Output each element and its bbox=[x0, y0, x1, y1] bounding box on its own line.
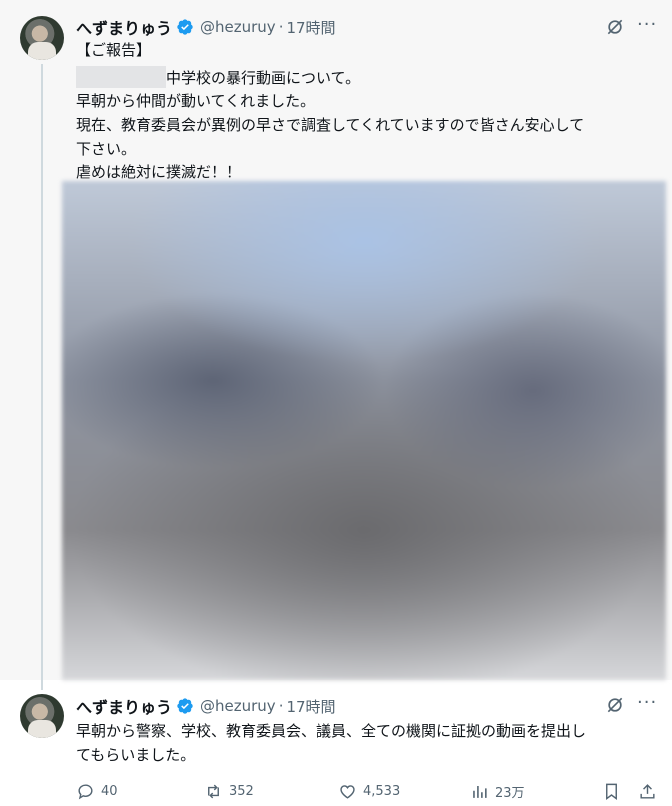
more-icon[interactable]: ··· bbox=[637, 14, 657, 35]
tweet-text-line: 現在、教育委員会が異例の早さで調査してくれていますので皆さん安心して bbox=[76, 116, 585, 134]
display-name[interactable]: へずまりゅう bbox=[76, 694, 172, 718]
reply-icon bbox=[78, 784, 93, 800]
tweet-text-line: 早朝から警察、学校、教育委員会、議員、全ての機関に証拠の動画を提出し bbox=[76, 722, 587, 740]
separator-dot: · bbox=[278, 697, 284, 715]
handle[interactable]: @hezuruy bbox=[200, 697, 276, 715]
repost-icon bbox=[208, 784, 219, 799]
thread-connector-line bbox=[41, 64, 43, 690]
views-button[interactable]: 23万 bbox=[470, 782, 525, 801]
reply-count: 40 bbox=[101, 784, 118, 799]
more-icon[interactable]: ··· bbox=[637, 692, 657, 713]
repost-count: 352 bbox=[229, 784, 254, 799]
like-button[interactable]: 4,533 bbox=[338, 782, 400, 801]
display-name[interactable]: へずまりゅう bbox=[76, 15, 172, 39]
bookmark-button[interactable] bbox=[602, 782, 627, 801]
handle[interactable]: @hezuruy bbox=[200, 18, 276, 36]
like-icon bbox=[340, 785, 355, 799]
views-count: 23万 bbox=[495, 786, 525, 801]
avatar[interactable] bbox=[20, 16, 64, 60]
verified-badge-icon bbox=[177, 698, 193, 714]
timestamp[interactable]: 17時間 bbox=[286, 696, 335, 717]
tweet-header: へずまりゅう @hezuruy · 17時間 bbox=[76, 16, 336, 38]
verified-badge-icon bbox=[177, 19, 193, 35]
tweet-text-line: 早朝から仲間が動いてくれました。 bbox=[76, 92, 316, 110]
tweet-text-line: 【ご報告】 bbox=[76, 41, 152, 59]
repost-button[interactable]: 352 bbox=[204, 782, 254, 801]
action-bar: 40 352 4,533 23万 bbox=[76, 782, 666, 804]
tweet-text-line: 下さい。 bbox=[76, 140, 137, 158]
media-image-blurred[interactable] bbox=[62, 181, 666, 680]
redacted-block bbox=[76, 66, 166, 88]
views-icon bbox=[473, 785, 487, 798]
tweet-text-line: 中学校の暴行動画について。 bbox=[76, 66, 360, 90]
grok-icon[interactable] bbox=[605, 695, 625, 715]
grok-icon[interactable] bbox=[605, 17, 625, 37]
bookmark-icon bbox=[606, 783, 617, 801]
separator-dot: · bbox=[278, 18, 284, 36]
reply-button[interactable]: 40 bbox=[76, 782, 118, 801]
share-button[interactable] bbox=[638, 782, 663, 801]
avatar[interactable] bbox=[20, 694, 64, 738]
share-icon bbox=[640, 784, 655, 799]
tweet-text-line: てもらいました。 bbox=[76, 746, 196, 764]
like-count: 4,533 bbox=[363, 784, 401, 799]
tweet-text-fragment: 中学校の暴行動画について。 bbox=[166, 69, 361, 87]
tweet-header: へずまりゅう @hezuruy · 17時間 bbox=[76, 695, 336, 717]
timestamp[interactable]: 17時間 bbox=[286, 17, 335, 38]
